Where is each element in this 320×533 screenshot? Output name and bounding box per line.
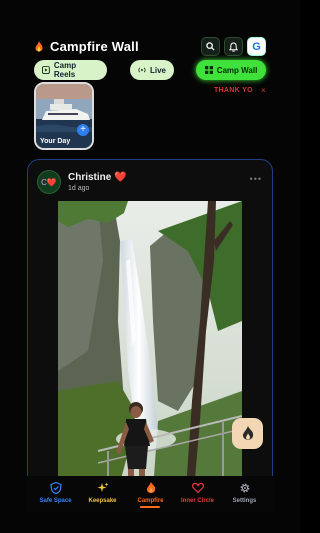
avatar[interactable]: C❤️ xyxy=(37,170,61,194)
tab-camp-wall[interactable]: Camp Wall xyxy=(196,60,266,80)
app-screen: Campfire Wall G Camp Reels Live Camp Wal… xyxy=(0,0,300,533)
search-button[interactable] xyxy=(201,37,220,56)
story-label: Your Day xyxy=(40,138,71,145)
play-icon xyxy=(42,66,50,74)
nav-label: Campfire xyxy=(137,498,164,504)
top-header: Campfire Wall G xyxy=(34,37,266,59)
search-icon xyxy=(206,42,215,51)
page-title: Campfire Wall xyxy=(50,39,139,54)
campfire-fab-button[interactable] xyxy=(232,418,263,449)
post-author[interactable]: Christine ❤️ xyxy=(68,172,127,183)
flame-icon xyxy=(242,425,253,440)
notice-text: THANK YO xyxy=(214,87,253,94)
bottom-nav: Safe Space Keepsake Campfire Inner Circl… xyxy=(27,476,273,512)
nav-safe-space[interactable]: Safe Space xyxy=(31,482,80,504)
active-tab-indicator xyxy=(140,506,160,508)
waterfall-image xyxy=(58,201,242,488)
tab-label: Camp Wall xyxy=(216,65,258,75)
g-logo-icon: G xyxy=(252,40,261,53)
nav-label: Inner Circle xyxy=(180,498,214,504)
broadcast-icon xyxy=(138,67,146,73)
tab-label: Camp Reels xyxy=(53,61,77,79)
post-header: C❤️ Christine ❤️ 1d ago ••• xyxy=(28,160,272,200)
close-icon[interactable]: × xyxy=(261,86,266,95)
notifications-button[interactable] xyxy=(224,37,243,56)
tab-live[interactable]: Live xyxy=(130,60,174,80)
title-group: Campfire Wall xyxy=(34,39,139,54)
bell-icon xyxy=(229,41,238,52)
nav-label: Keepsake xyxy=(88,498,117,504)
nav-inner-circle[interactable]: Inner Circle xyxy=(173,482,222,504)
tab-camp-reels[interactable]: Camp Reels xyxy=(34,60,107,80)
your-day-story[interactable]: + Your Day xyxy=(34,82,94,150)
nav-keepsake[interactable]: Keepsake xyxy=(78,482,127,504)
grid-icon xyxy=(204,66,213,74)
feed-tabs: Camp Reels Live Camp Wall xyxy=(34,60,266,80)
post-time: 1d ago xyxy=(68,185,90,192)
shield-icon xyxy=(49,482,62,494)
nav-campfire[interactable]: Campfire xyxy=(126,482,175,504)
heart-icon xyxy=(191,482,204,494)
nav-settings[interactable]: Settings xyxy=(220,482,269,504)
sparkle-icon xyxy=(97,482,108,492)
nav-label: Settings xyxy=(232,498,257,504)
profile-g-button[interactable]: G xyxy=(247,37,266,56)
post-photo[interactable] xyxy=(58,201,242,488)
flame-icon xyxy=(146,482,155,493)
nav-label: Safe Space xyxy=(39,498,72,504)
flame-icon xyxy=(35,40,43,52)
add-story-button[interactable]: + xyxy=(77,124,89,136)
gear-icon xyxy=(240,483,249,493)
header-actions: G xyxy=(201,37,266,56)
tab-label: Live xyxy=(149,65,166,75)
more-options-icon[interactable]: ••• xyxy=(250,174,262,184)
avatar-initial: C❤️ xyxy=(41,177,57,187)
